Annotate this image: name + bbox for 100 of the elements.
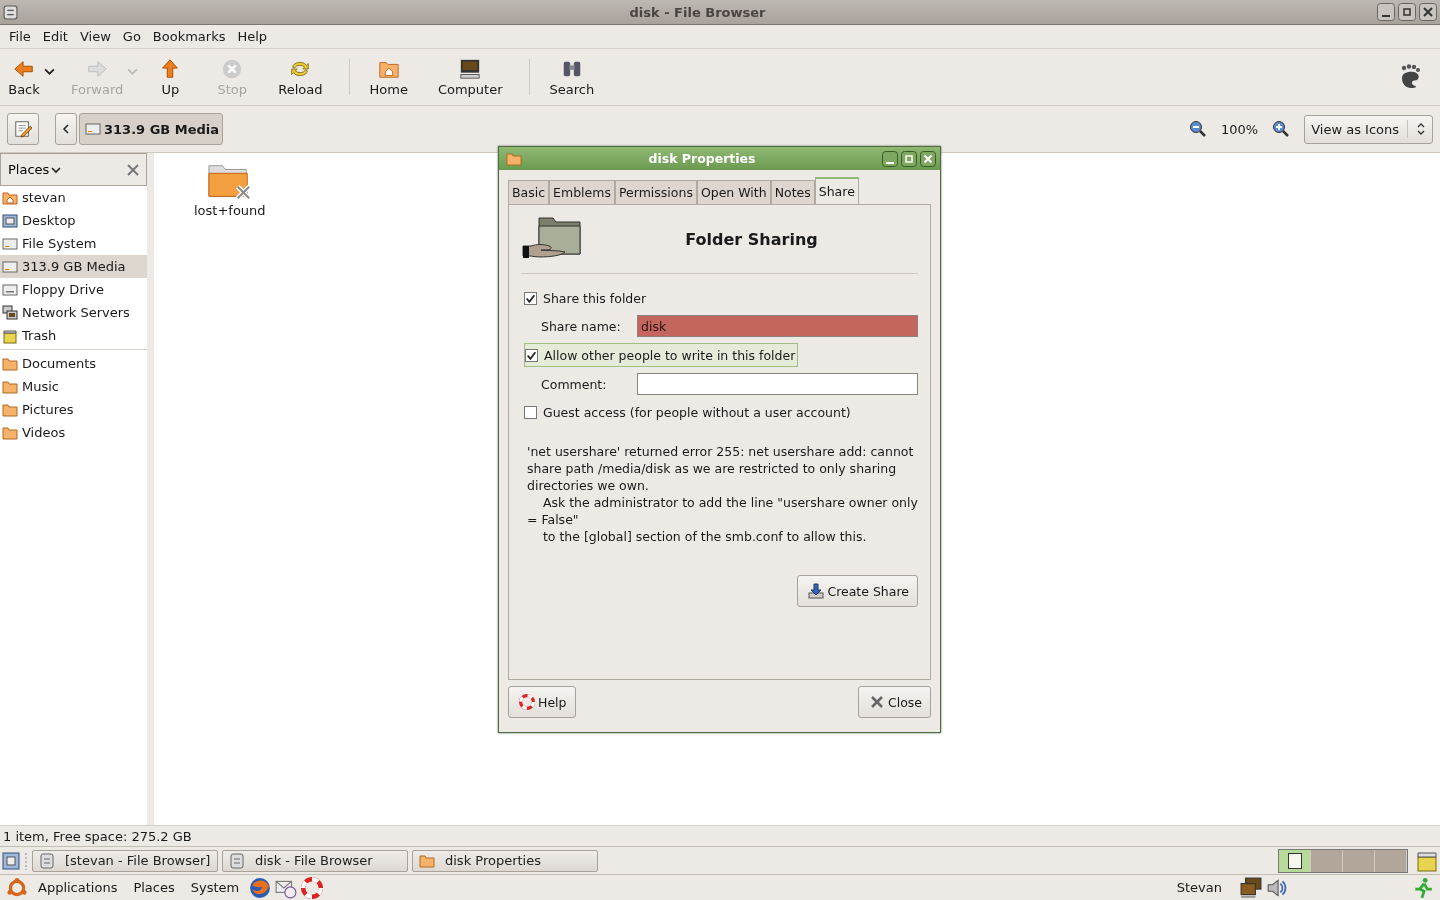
close-icon[interactable] xyxy=(1419,3,1437,21)
zoom-level: 100% xyxy=(1221,121,1259,137)
panel-menu[interactable]: Places xyxy=(127,880,181,895)
chevron-down-icon xyxy=(51,164,62,175)
sidebar-item[interactable]: Music xyxy=(0,375,147,398)
window-icon xyxy=(229,852,245,869)
menu-item[interactable]: File xyxy=(3,29,37,44)
sidebar-item[interactable]: Videos xyxy=(0,421,147,444)
window-menu-icon[interactable] xyxy=(3,4,18,20)
lifebuoy-icon[interactable] xyxy=(301,876,324,899)
maximize-icon[interactable] xyxy=(1398,3,1416,21)
path-button[interactable]: 313.9 GB Media xyxy=(79,113,224,145)
tab[interactable]: Permissions xyxy=(614,180,697,204)
left-chevron-icon xyxy=(62,124,70,134)
tab[interactable]: Emblems xyxy=(549,180,615,204)
taskbar-button[interactable]: disk Properties xyxy=(412,849,598,872)
share-folder-checkbox[interactable]: Share this folder xyxy=(524,287,649,309)
drive-icon xyxy=(2,258,18,275)
folder-icon xyxy=(2,401,18,418)
user-name[interactable]: Stevan xyxy=(1176,880,1222,895)
close-icon xyxy=(868,694,885,710)
error-message: 'net usershare' returned error 255: net usershare add: cannot share path /media/disk as we are restricted to only sharing directories we own. Ask the administrator to add the line "usershare owner only = False" to the [global] section of the smb.conf to allow this. xyxy=(527,443,918,545)
trash-icon xyxy=(2,327,18,344)
sidebar-item[interactable]: stevan xyxy=(0,186,147,209)
panel-menu[interactable]: Applications xyxy=(32,880,124,895)
tab[interactable]: Open With xyxy=(696,180,771,204)
lifebuoy-icon xyxy=(519,694,535,710)
tab[interactable]: Share xyxy=(814,177,859,204)
network-icon[interactable] xyxy=(1240,876,1262,899)
checkmark-icon xyxy=(525,292,536,304)
toolbar-button[interactable]: Search xyxy=(545,55,599,99)
sidebar-item[interactable]: Documents xyxy=(0,352,147,375)
sidebar-selector[interactable]: Places xyxy=(8,162,62,177)
share-name-field[interactable]: disk xyxy=(637,315,918,337)
desktop-icon xyxy=(2,212,18,229)
drive-icon xyxy=(85,121,101,137)
toolbar-button[interactable]: Back xyxy=(4,55,44,99)
tab[interactable]: Basic xyxy=(508,180,550,204)
folder-icon xyxy=(2,424,18,441)
view-mode-dropdown[interactable]: View as Icons xyxy=(1304,114,1433,144)
close-button[interactable]: Close xyxy=(857,686,931,718)
sidebar-item[interactable]: Pictures xyxy=(0,398,147,421)
download-icon xyxy=(808,583,825,599)
browser-icon[interactable] xyxy=(249,876,272,899)
dialog-title: disk Properties xyxy=(647,151,757,166)
note-pencil-icon xyxy=(14,119,32,139)
workspace-switcher[interactable] xyxy=(1278,848,1408,873)
checkmark-icon xyxy=(526,349,537,361)
logo-icon[interactable] xyxy=(6,876,28,899)
allow-write-checkbox[interactable]: Allow other people to write in this folder xyxy=(524,343,799,367)
network-icon xyxy=(2,304,18,321)
window-title: disk - File Browser xyxy=(628,4,767,20)
help-button[interactable]: Help xyxy=(508,686,576,718)
close-icon[interactable] xyxy=(920,150,936,167)
zoom-out-icon[interactable] xyxy=(1189,120,1207,138)
speaker-icon[interactable] xyxy=(1266,876,1288,899)
taskbar-button[interactable]: [stevan - File Browser] xyxy=(32,849,218,872)
zoom-in-icon[interactable] xyxy=(1272,120,1291,138)
stop-icon xyxy=(221,57,244,80)
folder-icon xyxy=(419,852,435,869)
section-heading: Folder Sharing xyxy=(684,229,819,249)
path-back-button[interactable] xyxy=(55,113,77,145)
menu-item[interactable]: Go xyxy=(116,29,147,44)
folder-icon xyxy=(2,355,18,372)
sidebar-item[interactable]: 313.9 GB Media xyxy=(0,255,147,278)
toolbar-button[interactable]: Reload xyxy=(274,55,327,99)
window-icon xyxy=(39,852,55,869)
comment-field[interactable] xyxy=(637,373,918,395)
minimize-icon[interactable] xyxy=(882,150,898,167)
guest-access-checkbox[interactable]: Guest access (for people without a user account) xyxy=(524,401,853,423)
panel-menu[interactable]: System xyxy=(184,880,246,895)
menu-item[interactable]: Help xyxy=(231,29,274,44)
comment-label: Comment: xyxy=(541,376,608,392)
tab[interactable]: Notes xyxy=(770,180,815,204)
sidebar-item[interactable]: Network Servers xyxy=(0,301,147,324)
menu-item[interactable]: Edit xyxy=(36,29,74,44)
sidebar-item[interactable]: Desktop xyxy=(0,209,147,232)
toolbar-button[interactable]: Computer xyxy=(433,55,507,99)
location-toggle-button[interactable] xyxy=(7,113,39,145)
toolbar-button[interactable]: Up xyxy=(150,55,191,99)
computer-icon xyxy=(459,57,482,80)
menu-item[interactable]: View xyxy=(73,29,117,44)
taskbar-button[interactable]: disk - File Browser xyxy=(222,849,408,872)
minimize-icon[interactable] xyxy=(1377,3,1395,21)
folder-entry[interactable]: lost+found xyxy=(194,161,266,218)
sidebar-item[interactable]: Floppy Drive xyxy=(0,278,147,301)
folder-icon xyxy=(2,378,18,395)
create-share-button[interactable]: Create Share xyxy=(797,575,918,607)
up-down-arrows-icon xyxy=(1416,122,1426,136)
drive-icon xyxy=(2,235,18,252)
share-name-label: Share name: xyxy=(541,318,622,334)
show-desktop-icon[interactable] xyxy=(2,851,20,870)
maximize-icon[interactable] xyxy=(901,150,917,167)
toolbar-button[interactable]: Home xyxy=(365,55,412,99)
menu-item[interactable]: Bookmarks xyxy=(146,29,232,44)
trash-icon[interactable] xyxy=(1416,849,1438,872)
sidebar-item[interactable]: Trash xyxy=(0,324,147,347)
exit-icon[interactable] xyxy=(1412,876,1434,899)
sidebar-item[interactable]: File System xyxy=(0,232,147,255)
close-icon[interactable] xyxy=(127,163,139,176)
